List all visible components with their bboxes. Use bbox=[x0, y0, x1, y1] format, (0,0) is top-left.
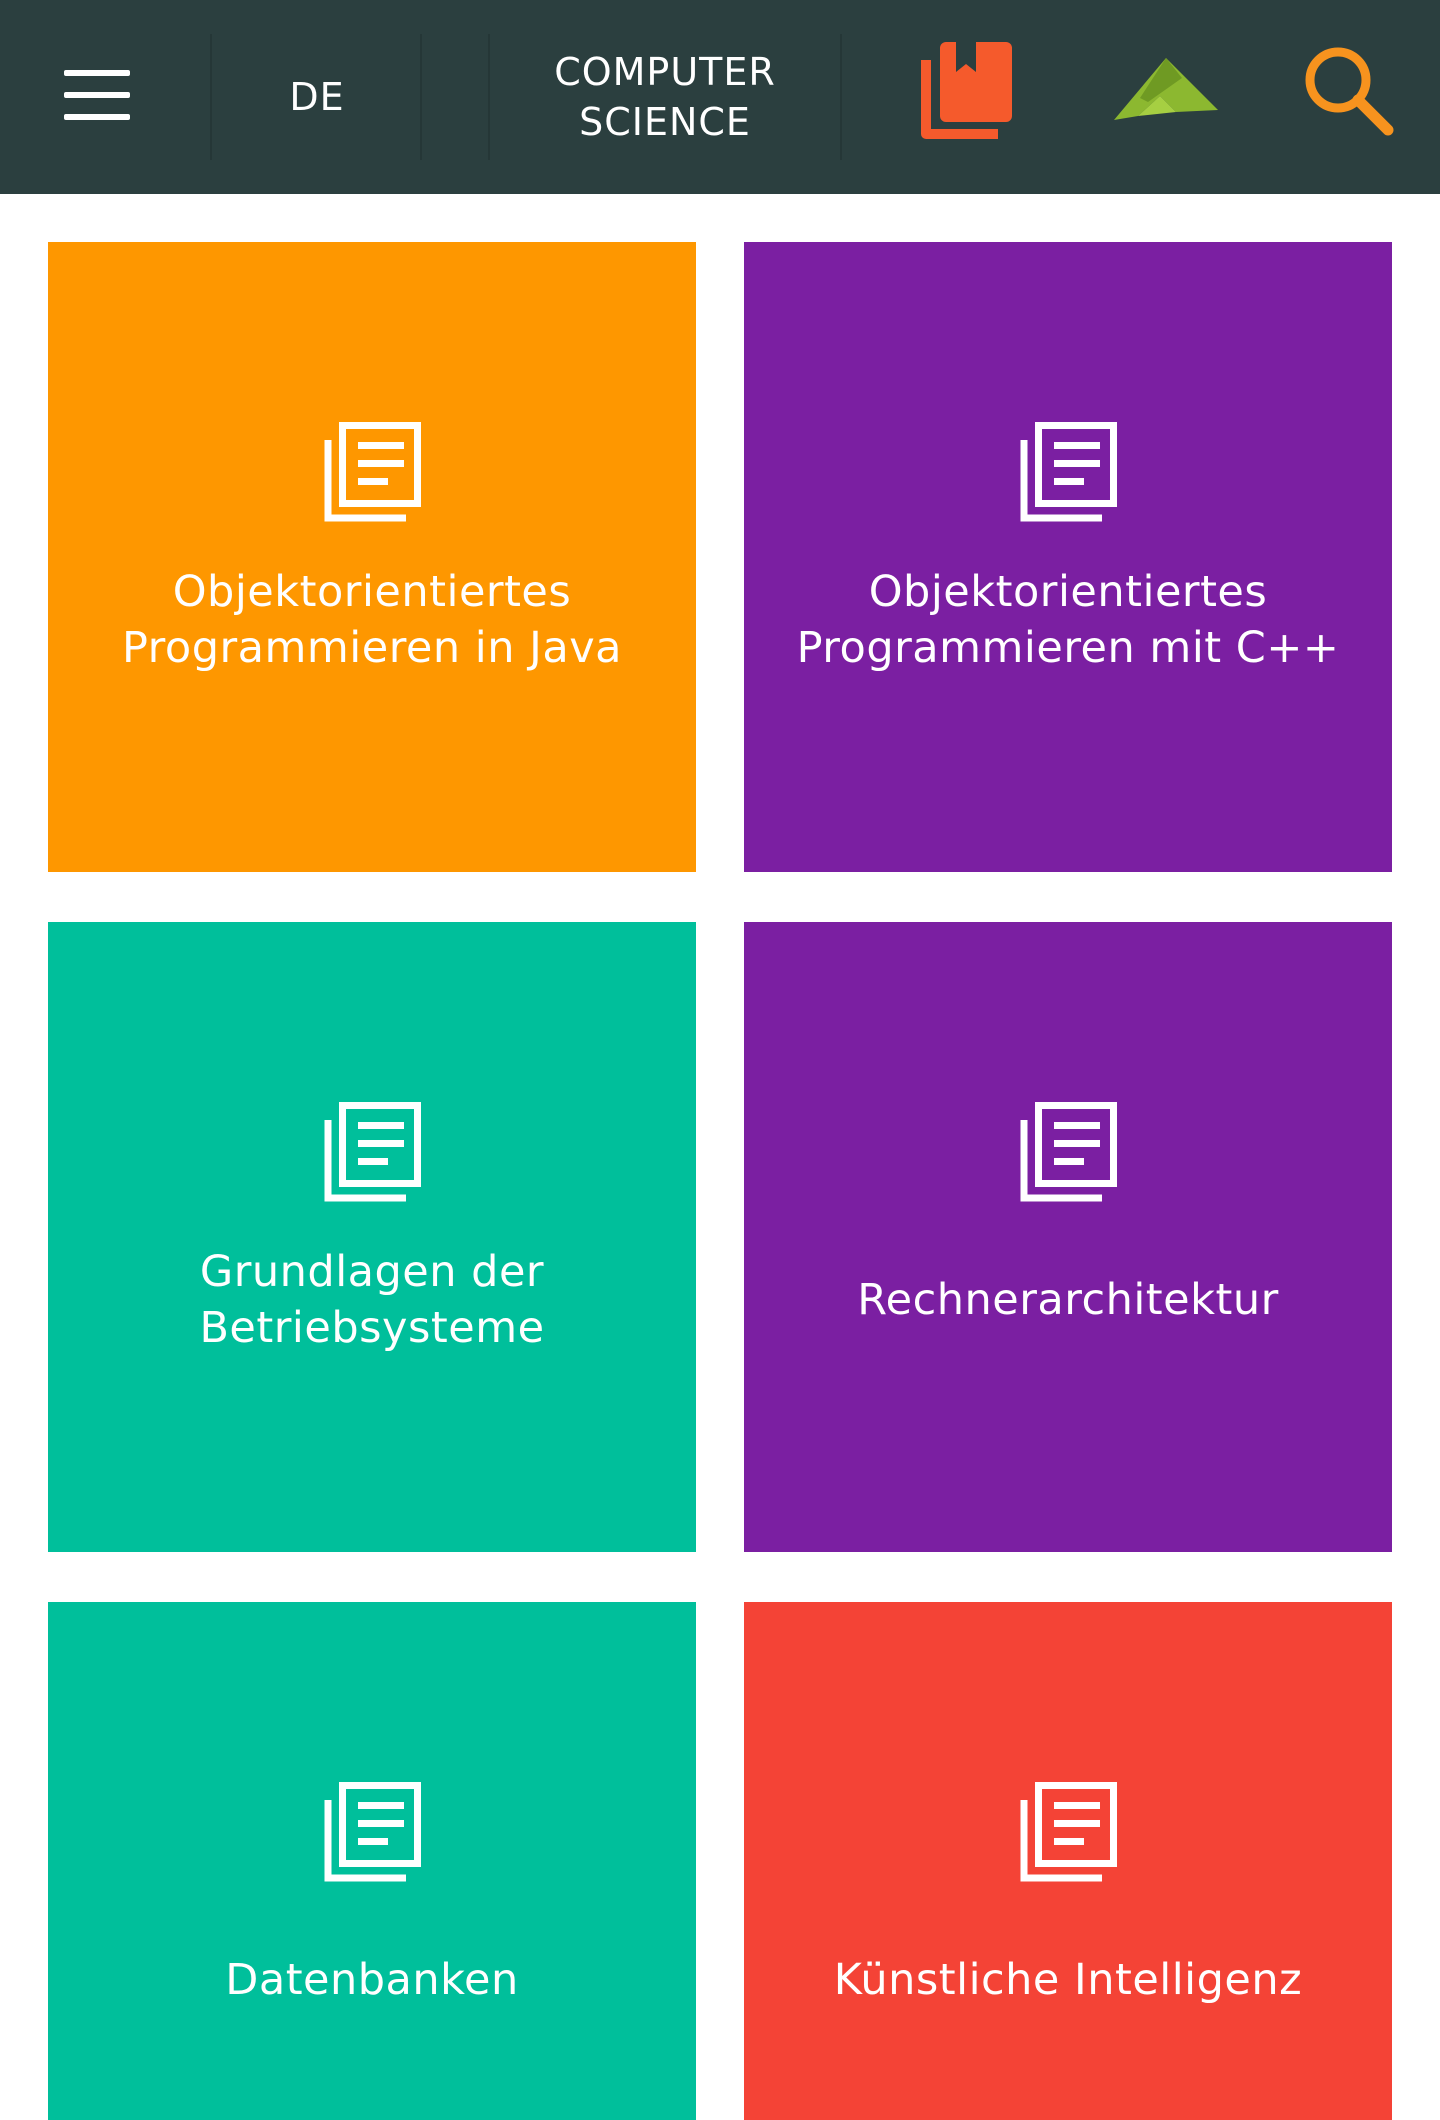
course-tile[interactable]: Grundlagen der Betriebsysteme bbox=[48, 922, 696, 1552]
divider bbox=[420, 34, 422, 160]
bookmarks-icon bbox=[921, 42, 1012, 139]
course-title: Rechnerarchitektur bbox=[857, 1275, 1279, 1325]
document-icon bbox=[1020, 1102, 1117, 1202]
divider bbox=[840, 34, 842, 160]
language-label: DE bbox=[289, 75, 345, 119]
top-app-bar: DE COMPUTER SCIENCE bbox=[0, 0, 1440, 194]
divider bbox=[210, 34, 212, 160]
course-title: Künstliche Intelligenz bbox=[833, 1955, 1303, 2005]
document-icon bbox=[324, 422, 421, 522]
course-title: Objektorientiertes Programmieren in Java bbox=[121, 567, 623, 673]
course-title: Objektorientiertes Programmieren mit C++ bbox=[796, 567, 1340, 673]
section-title[interactable]: COMPUTER SCIENCE bbox=[490, 40, 840, 154]
bookmarks-button[interactable] bbox=[918, 38, 1018, 142]
course-tile[interactable]: Datenbanken bbox=[48, 1602, 696, 2120]
document-icon bbox=[1020, 422, 1117, 522]
course-tile[interactable]: Objektorientiertes Programmieren mit C++ bbox=[744, 242, 1392, 872]
language-selector[interactable]: DE bbox=[214, 44, 420, 150]
menu-button[interactable] bbox=[40, 52, 152, 142]
home-logo-button[interactable] bbox=[1110, 54, 1222, 124]
course-tile[interactable]: Objektorientiertes Programmieren in Java bbox=[48, 242, 696, 872]
course-title: Datenbanken bbox=[225, 1955, 519, 2005]
course-tile[interactable]: Rechnerarchitektur bbox=[744, 922, 1392, 1552]
search-icon bbox=[1305, 47, 1394, 136]
document-icon bbox=[1020, 1782, 1117, 1882]
search-button[interactable] bbox=[1300, 42, 1400, 142]
course-tile[interactable]: Künstliche Intelligenz bbox=[744, 1602, 1392, 2120]
document-icon bbox=[324, 1102, 421, 1202]
open-book-logo-icon bbox=[1114, 58, 1218, 120]
document-icon bbox=[324, 1782, 421, 1882]
course-title: Grundlagen der Betriebsysteme bbox=[199, 1247, 545, 1353]
